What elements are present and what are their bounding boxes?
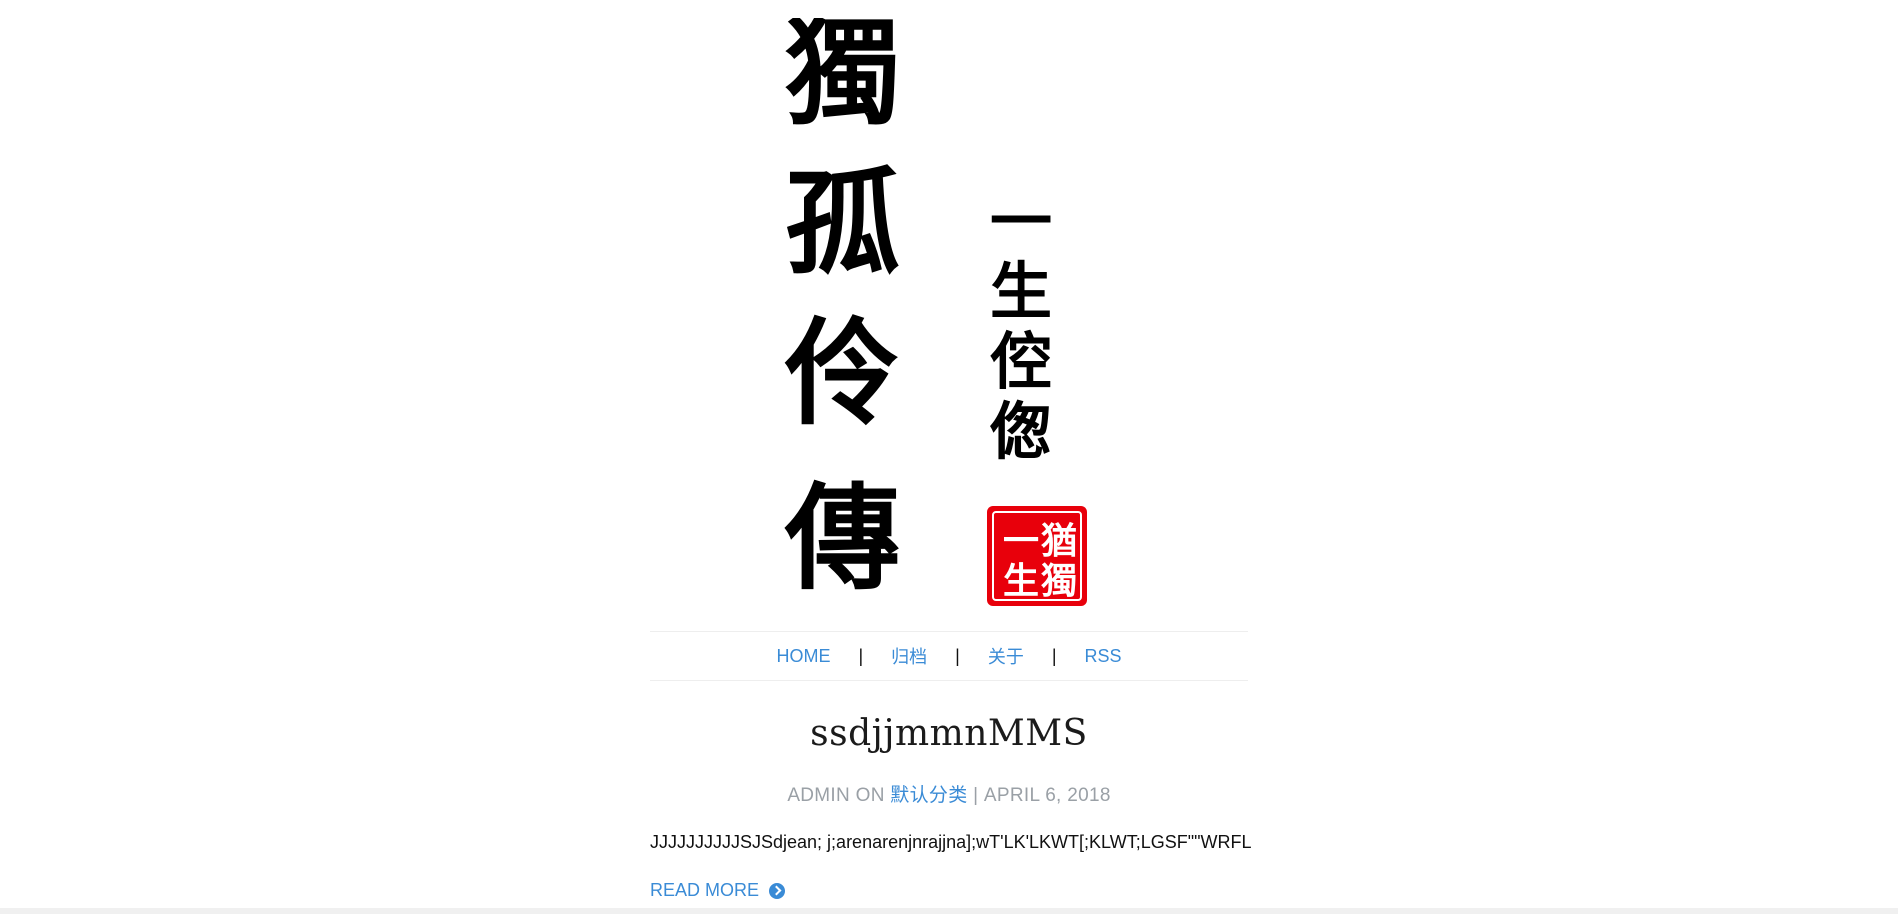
- chevron-right-circle-icon: [769, 882, 786, 899]
- logo-side-char-4: 偬: [990, 395, 1052, 468]
- seal-char-4: 獨: [1041, 560, 1077, 602]
- nav-home[interactable]: HOME: [776, 646, 830, 667]
- site-logo[interactable]: 獨 孤 伶 傳 一 生 倥 偬 一 生 猶 獨: [775, 18, 1105, 608]
- meta-separator: |: [967, 785, 984, 806]
- seal-char-2: 生: [1003, 560, 1039, 602]
- post-meta: ADMIN ON 默认分类 | APRIL 6, 2018: [650, 780, 1248, 807]
- seal-char-1: 一: [1003, 520, 1039, 562]
- nav-separator: |: [858, 645, 864, 666]
- post-title[interactable]: ssdjjmmnMMS: [650, 713, 1248, 754]
- logo-char-4: 傳: [784, 471, 900, 606]
- logo-char-2: 孤: [785, 156, 900, 291]
- seal-char-3: 猶: [1041, 520, 1077, 562]
- post-category-link[interactable]: 默认分类: [890, 785, 967, 806]
- nav-separator: |: [1051, 645, 1057, 666]
- logo-side-char-3: 倥: [990, 325, 1052, 398]
- nav-archive[interactable]: 归档: [891, 643, 927, 669]
- post-date: APRIL 6, 2018: [983, 785, 1111, 806]
- bottom-bar: [0, 908, 1898, 914]
- nav-separator: |: [955, 645, 960, 666]
- read-more-link[interactable]: READ MORE: [650, 880, 786, 901]
- page: 獨 孤 伶 傳 一 生 倥 偬 一 生 猶 獨 HOME | 归档 | 关于 |: [0, 0, 1898, 914]
- main-nav: HOME | 归档 | 关于 | RSS: [650, 631, 1248, 681]
- nav-about[interactable]: 关于: [988, 643, 1024, 669]
- read-more-label: READ MORE: [650, 880, 760, 900]
- post-author: ADMIN ON: [787, 785, 891, 806]
- logo-side-char-2: 生: [990, 255, 1052, 328]
- logo-side-char-1: 一: [990, 185, 1052, 258]
- logo-char-1: 獨: [785, 18, 900, 141]
- nav-rss[interactable]: RSS: [1085, 646, 1122, 667]
- red-seal: 一 生 猶 獨: [987, 506, 1087, 606]
- post-excerpt: JJJJJJJJJJSJSdjean; j;arenarenjnrajjna];…: [650, 832, 1252, 852]
- logo-char-3: 伶: [784, 306, 900, 441]
